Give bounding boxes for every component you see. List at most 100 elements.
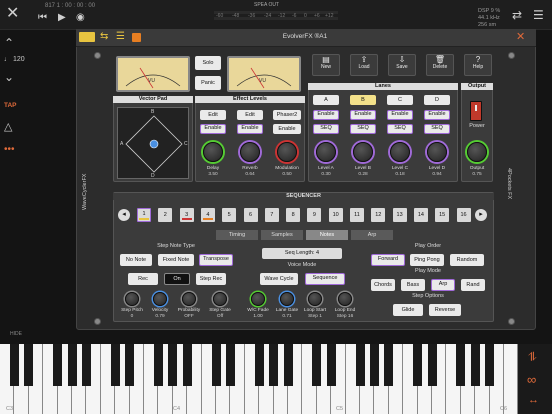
more-icon[interactable]: ••• <box>4 144 15 155</box>
black-key[interactable] <box>168 344 178 386</box>
step-next-icon[interactable]: ▸ <box>475 209 487 221</box>
black-key[interactable] <box>312 344 322 386</box>
black-key[interactable] <box>125 344 135 386</box>
lane-b-enable[interactable]: Enable <box>350 110 376 120</box>
chevron-down-icon[interactable]: ⌄ <box>4 70 14 84</box>
tab-samples[interactable]: Samples <box>261 230 303 240</box>
modulation-knob[interactable] <box>277 142 297 162</box>
play-icon[interactable]: ▶ <box>58 10 66 26</box>
no-note-button[interactable]: No Note <box>120 254 152 266</box>
w-c-fade-knob[interactable] <box>251 292 265 306</box>
step-button-7[interactable]: 7 <box>264 208 279 222</box>
close-icon[interactable]: ✕ <box>6 6 19 22</box>
random-button[interactable]: Random <box>450 254 484 266</box>
black-key[interactable] <box>24 344 34 386</box>
black-key[interactable] <box>67 344 77 386</box>
piano-keyboard[interactable]: C3 C4 C5 C6 <box>0 344 519 414</box>
lane-a-button[interactable]: A <box>313 95 339 105</box>
black-key[interactable] <box>81 344 91 386</box>
seq-length-field[interactable]: Seq Length: 4 <box>262 248 342 259</box>
black-key[interactable] <box>9 344 19 386</box>
sliders-icon[interactable]: ⥮ <box>528 350 537 365</box>
black-key[interactable] <box>53 344 63 386</box>
step-button-6[interactable]: 6 <box>243 208 258 222</box>
help-button[interactable]: ? Help <box>464 54 492 76</box>
lane-b-button[interactable]: B <box>350 95 376 105</box>
expand-icon[interactable]: ↔ <box>528 394 539 406</box>
lane-c-seq[interactable]: SEQ <box>387 124 413 134</box>
step-button-2[interactable]: 2 <box>158 208 173 222</box>
chevron-up-icon[interactable]: ⌃ <box>4 36 14 50</box>
black-key[interactable] <box>427 344 437 386</box>
chords-button[interactable]: Chords <box>371 279 395 291</box>
edit-reverb-button[interactable]: Edit <box>237 110 263 120</box>
step-button-5[interactable]: 5 <box>222 208 237 222</box>
glide-button[interactable]: Glide <box>393 304 423 316</box>
stop-icon[interactable] <box>132 33 141 42</box>
infinity-icon[interactable]: ∞ <box>527 372 536 387</box>
solo-button[interactable]: Solo <box>195 56 221 70</box>
delete-button[interactable]: 🗑 Delete <box>426 54 454 76</box>
level-c-knob[interactable] <box>390 142 410 162</box>
black-key[interactable] <box>485 344 495 386</box>
edit-modulation-button[interactable]: Phaser2 <box>273 110 301 120</box>
black-key[interactable] <box>384 344 394 386</box>
black-key[interactable] <box>470 344 480 386</box>
step-prev-icon[interactable]: ◂ <box>118 209 130 221</box>
edit-delay-button[interactable]: Edit <box>200 110 226 120</box>
black-key[interactable] <box>355 344 365 386</box>
ping-pong-button[interactable]: Ping Pong <box>410 254 444 266</box>
rand-button[interactable]: Rand <box>461 279 485 291</box>
power-switch[interactable] <box>470 101 482 121</box>
enable-modulation-button[interactable]: Enable <box>273 124 301 134</box>
reverse-button[interactable]: Reverse <box>429 304 461 316</box>
level-b-knob[interactable] <box>353 142 373 162</box>
black-key[interactable] <box>369 344 379 386</box>
fixed-note-button[interactable]: Fixed Note <box>158 254 194 266</box>
record-icon[interactable]: ◉ <box>76 10 85 26</box>
black-key[interactable] <box>153 344 163 386</box>
lane-c-button[interactable]: C <box>387 95 413 105</box>
black-key[interactable] <box>413 344 423 386</box>
step-button-16[interactable]: 16 <box>456 208 471 222</box>
level-d-knob[interactable] <box>427 142 447 162</box>
delay-knob[interactable] <box>203 142 223 162</box>
lane-d-button[interactable]: D <box>424 95 450 105</box>
step-pitch-knob[interactable] <box>125 292 139 306</box>
black-key[interactable] <box>269 344 279 386</box>
black-key[interactable] <box>225 344 235 386</box>
step-rec-button[interactable]: Step Rec <box>196 273 226 285</box>
black-key[interactable] <box>182 344 192 386</box>
tab-arp[interactable]: Arp <box>351 230 393 240</box>
bpm-display[interactable]: ♩ 120 <box>4 56 25 63</box>
loop-start-knob[interactable] <box>308 292 322 306</box>
step-button-12[interactable]: 12 <box>371 208 386 222</box>
arp-button[interactable]: Arp <box>431 279 455 291</box>
black-key[interactable] <box>254 344 264 386</box>
load-button[interactable]: ⇪ Load <box>350 54 378 76</box>
step-button-9[interactable]: 9 <box>307 208 322 222</box>
mixer-icon[interactable]: ☰ <box>533 7 544 23</box>
tab-timing[interactable]: Timing <box>216 230 258 240</box>
list-icon[interactable]: ☰ <box>116 31 125 42</box>
reverb-knob[interactable] <box>240 142 260 162</box>
lane-d-seq[interactable]: SEQ <box>424 124 450 134</box>
lane-a-enable[interactable]: Enable <box>313 110 339 120</box>
black-key[interactable] <box>283 344 293 386</box>
wave-cycle-button[interactable]: Wave Cycle <box>260 273 298 285</box>
black-key[interactable] <box>456 344 466 386</box>
routing-icon[interactable]: ⇄ <box>512 7 522 23</box>
output-knob[interactable] <box>467 142 487 162</box>
transpose-button[interactable]: Transpose <box>199 254 233 266</box>
velocity-knob[interactable] <box>153 292 167 306</box>
rec-button[interactable]: Rec <box>128 273 158 285</box>
sequence-button[interactable]: Sequence <box>305 273 345 285</box>
black-key[interactable] <box>211 344 221 386</box>
rewind-icon[interactable]: ⏮ <box>38 10 47 26</box>
probability-knob[interactable] <box>182 292 196 306</box>
step-button-14[interactable]: 14 <box>413 208 428 222</box>
keyboard-icon[interactable] <box>79 32 95 42</box>
save-button[interactable]: ⇩ Save <box>388 54 416 76</box>
lane-gate-knob[interactable] <box>280 292 294 306</box>
close-icon[interactable]: ✕ <box>516 30 525 43</box>
